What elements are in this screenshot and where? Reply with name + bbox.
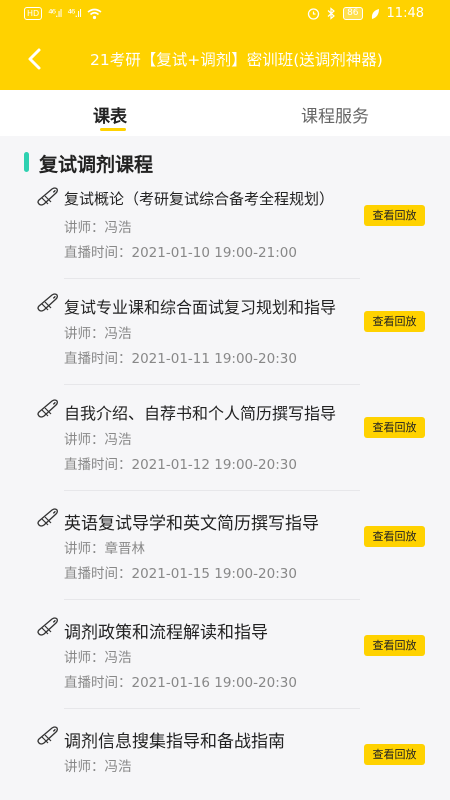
leaf-icon (371, 8, 379, 19)
course-teacher: 讲师：冯浩 (64, 759, 132, 775)
scroll-icon (37, 399, 58, 418)
course-title: 复试概论（考研复试综合备考全程规划） (64, 190, 335, 208)
tab-course-service[interactable]: 课程服务 (301, 102, 369, 127)
course-teacher: 讲师：冯浩 (64, 432, 132, 448)
course-item[interactable]: 调剂信息搜集指导和备战指南 讲师：冯浩 查看回放 (36, 721, 426, 800)
tab-active-indicator (100, 128, 126, 131)
scroll-icon (37, 508, 58, 527)
course-item[interactable]: 调剂政策和流程解读和指导 讲师：冯浩 直播时间：2021-01-16 19:00… (36, 612, 426, 718)
tab-schedule[interactable]: 课表 (93, 102, 127, 127)
view-replay-button[interactable]: 查看回放 (364, 417, 425, 438)
course-teacher: 讲师：冯浩 (64, 326, 132, 342)
battery-icon: 86 (343, 7, 363, 20)
section-accent-bar (24, 152, 29, 172)
wifi-icon (87, 8, 102, 19)
status-right: 86 11:48 (307, 6, 424, 21)
divider (64, 708, 360, 709)
scroll-icon (37, 617, 58, 636)
course-live-time: 直播时间：2021-01-15 19:00-20:30 (64, 566, 297, 582)
course-live-time: 直播时间：2021-01-10 19:00-21:00 (64, 245, 297, 261)
alarm-icon (307, 8, 320, 20)
course-title: 自我介绍、自荐书和个人简历撰写指导 (64, 404, 337, 423)
status-left: HD ⁴⁶.ıl ⁴⁶.ıl (24, 7, 102, 20)
back-arrow-icon[interactable] (22, 46, 48, 72)
view-replay-button[interactable]: 查看回放 (364, 744, 425, 765)
course-title: 复试专业课和综合面试复习规划和指导 (64, 298, 337, 317)
scroll-icon (37, 726, 58, 745)
scroll-icon (37, 293, 58, 312)
scroll-icon (37, 187, 58, 206)
view-replay-button[interactable]: 查看回放 (364, 205, 425, 226)
bluetooth-icon (327, 7, 335, 20)
clock-time: 11:48 (386, 6, 424, 21)
page-title: 21考研【复试+调剂】密训班(送调剂神器) (90, 51, 383, 69)
tab-bar: 课表 课程服务 (0, 90, 450, 136)
course-teacher: 讲师：冯浩 (64, 220, 132, 236)
view-replay-button[interactable]: 查看回放 (364, 311, 425, 332)
section-title: 复试调剂课程 (39, 154, 154, 176)
course-live-time: 直播时间：2021-01-12 19:00-20:30 (64, 457, 297, 473)
course-item[interactable]: 自我介绍、自荐书和个人简历撰写指导 讲师：冯浩 直播时间：2021-01-12 … (36, 394, 426, 500)
course-teacher: 讲师：冯浩 (64, 650, 132, 666)
app-root: HD ⁴⁶.ıl ⁴⁶.ıl 86 11:48 21考研【复试+调剂】密训班(送… (0, 0, 450, 800)
divider (64, 599, 360, 600)
course-live-time: 直播时间：2021-01-16 19:00-20:30 (64, 675, 297, 691)
course-item[interactable]: 复试概论（考研复试综合备考全程规划） 讲师：冯浩 直播时间：2021-01-10… (36, 182, 426, 288)
view-replay-button[interactable]: 查看回放 (364, 526, 425, 547)
course-item[interactable]: 英语复试导学和英文简历撰写指导 讲师：章晋林 直播时间：2021-01-15 1… (36, 503, 426, 609)
divider (64, 490, 360, 491)
signal-icon: ⁴⁶.ıl (48, 7, 62, 20)
hd-badge: HD (24, 7, 43, 20)
course-teacher: 讲师：章晋林 (64, 541, 145, 557)
divider (64, 384, 360, 385)
view-replay-button[interactable]: 查看回放 (364, 635, 425, 656)
signal-icon-2: ⁴⁶.ıl (67, 7, 82, 20)
status-bar: HD ⁴⁶.ıl ⁴⁶.ıl 86 11:48 (0, 0, 450, 28)
course-item[interactable]: 复试专业课和综合面试复习规划和指导 讲师：冯浩 直播时间：2021-01-11 … (36, 288, 426, 394)
course-title: 调剂信息搜集指导和备战指南 (64, 732, 285, 752)
course-title: 英语复试导学和英文简历撰写指导 (64, 514, 319, 534)
course-title: 调剂政策和流程解读和指导 (64, 623, 268, 643)
course-live-time: 直播时间：2021-01-11 19:00-20:30 (64, 351, 297, 367)
header-bar: HD ⁴⁶.ıl ⁴⁶.ıl 86 11:48 21考研【复试+调剂】密训班(送… (0, 0, 450, 90)
divider (64, 278, 360, 279)
